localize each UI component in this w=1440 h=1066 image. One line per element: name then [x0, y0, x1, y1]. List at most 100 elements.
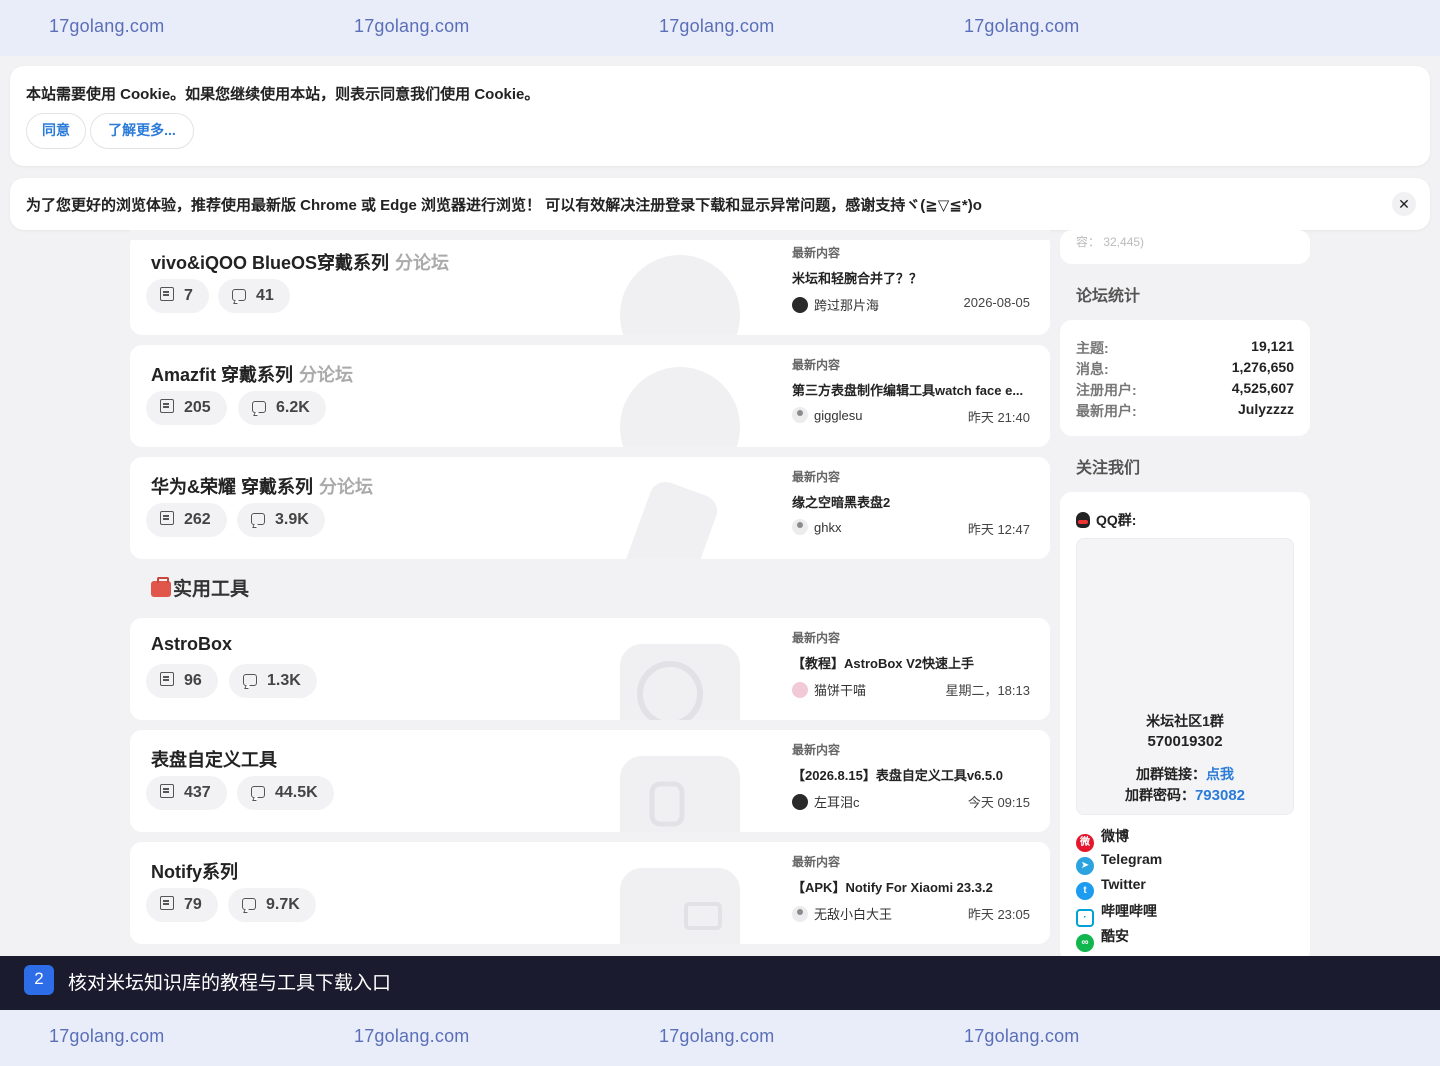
tool-card[interactable]: Notify系列 79 9.7K 最新内容 【APK】Notify For Xi… [130, 842, 1050, 944]
social-bilibili[interactable]: · 哔哩哔哩 [1076, 901, 1157, 927]
message-icon [242, 898, 256, 910]
stats-card: 主题: 19,121 消息: 1,276,650 注册用户: 4,525,607 最新… [1060, 320, 1310, 436]
bilibili-icon: · [1076, 909, 1094, 927]
message-icon [252, 401, 266, 413]
thread-count: 437 [146, 776, 227, 810]
forum-card[interactable]: Amazfit 穿戴系列 分论坛 205 6.2K 最新内容 第三方表盘制作编辑工… [130, 345, 1050, 447]
watermark-text: 17golang.com [964, 1026, 1080, 1046]
latest-time: 昨天 23:05 [967, 907, 1030, 922]
document-icon [160, 399, 174, 413]
forum-title[interactable]: Amazfit 穿戴系列 分论坛 [151, 361, 353, 387]
watermark-text: 17golang.com [659, 1026, 775, 1046]
follow-heading: 关注我们 [1076, 460, 1141, 477]
avatar [792, 794, 808, 810]
latest-time: 2026-08-05 [963, 295, 1031, 310]
cookie-banner: 本站需要使用 Cookie。如果您继续使用本站，则表示同意我们使用 Cookie… [10, 66, 1430, 166]
tool-title[interactable]: AstroBox [151, 634, 232, 655]
message-icon [251, 786, 265, 798]
latest-time: 星期二，18:13 [945, 683, 1030, 698]
twitter-icon: t [1076, 882, 1094, 900]
qq-label: QQ群: [1076, 510, 1136, 530]
tool-title[interactable]: Notify系列 [151, 858, 238, 884]
latest-user[interactable]: 猫饼干喵 [792, 680, 866, 699]
watermark-text: 17golang.com [354, 16, 470, 36]
band-icon [622, 481, 718, 559]
forum-card[interactable]: vivo&iQOO BlueOS穿戴系列 分论坛 7 41 最新内容 米坛和轻腕合… [130, 233, 1050, 335]
latest-content: 最新内容 【教程】AstroBox V2快速上手 猫饼干喵 星期二，18:13 [770, 618, 1050, 720]
latest-content: 最新内容 【APK】Notify For Xiaomi 23.3.2 无敌小白大… [770, 842, 1050, 944]
instruction-bar: 2 核对米坛知识库的教程与工具下载入口 [0, 956, 1440, 1010]
latest-label: 最新内容 [792, 470, 841, 484]
latest-label: 最新内容 [792, 631, 841, 645]
forum-title[interactable]: vivo&iQOO BlueOS穿戴系列 分论坛 [151, 249, 449, 275]
watermark-bar-bottom: 17golang.com 17golang.com 17golang.com 1… [0, 1010, 1440, 1066]
avatar [792, 682, 808, 698]
tool-title[interactable]: 表盘自定义工具 [151, 746, 277, 772]
watch-icon [620, 255, 740, 335]
thread-count: 96 [146, 664, 218, 698]
qq-group-box: 米坛社区1群 570019302 加群链接：点我 加群密码：793082 [1076, 538, 1294, 815]
post-count: 1.3K [229, 664, 317, 698]
qq-group-number: 570019302 [1147, 733, 1223, 750]
latest-label: 最新内容 [792, 743, 841, 757]
latest-user[interactable]: ghkx [792, 519, 841, 535]
post-count: 44.5K [237, 776, 334, 810]
latest-thread-link[interactable]: 缘之空暗黑表盘2 [792, 492, 1032, 511]
latest-user[interactable]: 左耳泪c [792, 792, 860, 811]
forum-card[interactable]: 华为&荣耀 穿戴系列 分论坛 262 3.9K 最新内容 缘之空暗黑表盘2 ghk… [130, 457, 1050, 559]
message-icon [243, 674, 257, 686]
qq-group-name: 米坛社区1群 [1146, 713, 1224, 729]
latest-thread-link[interactable]: 【2026.8.15】表盘自定义工具v6.5.0 [792, 765, 1032, 784]
forum-title[interactable]: 华为&荣耀 穿戴系列 分论坛 [151, 473, 373, 499]
latest-label: 最新内容 [792, 855, 841, 869]
latest-content: 最新内容 【2026.8.15】表盘自定义工具v6.5.0 左耳泪c 今天 09… [770, 730, 1050, 832]
document-icon [160, 511, 174, 525]
qq-join-link-row: 加群链接：点我 [1136, 766, 1234, 782]
latest-thread-link[interactable]: 第三方表盘制作编辑工具watch face e... [792, 380, 1032, 399]
watermark-text: 17golang.com [659, 16, 775, 36]
qq-password: 793082 [1194, 787, 1246, 804]
watermark-bar-top: 17golang.com 17golang.com 17golang.com 1… [0, 0, 1440, 56]
social-twitter[interactable]: t Twitter [1076, 876, 1146, 900]
qq-join-link[interactable]: 点我 [1206, 766, 1234, 782]
document-icon [160, 287, 174, 301]
thread-count: 262 [146, 503, 227, 537]
tool-card[interactable]: 表盘自定义工具 437 44.5K 最新内容 【2026.8.15】表盘自定义工… [130, 730, 1050, 832]
watermark-text: 17golang.com [49, 1026, 165, 1046]
post-count: 6.2K [238, 391, 326, 425]
thread-count: 7 [146, 279, 209, 313]
scroll-fade [130, 230, 1050, 240]
avatar [792, 297, 808, 313]
latest-user[interactable]: 跨过那片海 [792, 295, 879, 314]
coolapk-icon: ∞ [1076, 934, 1094, 952]
latest-user[interactable]: 无敌小白大王 [792, 904, 892, 923]
latest-thread-link[interactable]: 【教程】AstroBox V2快速上手 [792, 653, 1032, 672]
thread-count: 79 [146, 888, 218, 922]
watch-icon [620, 367, 740, 447]
watermark-text: 17golang.com [49, 16, 165, 36]
post-count: 9.7K [228, 888, 316, 922]
social-coolapk[interactable]: ∞ 酷安 [1076, 926, 1129, 952]
cookie-more-button[interactable]: 了解更多... [90, 113, 194, 149]
avatar [792, 906, 808, 922]
browser-notice: 为了您更好的浏览体验，推荐使用最新版 Chrome 或 Edge 浏览器进行浏览… [10, 178, 1430, 230]
notify-app-icon [620, 868, 740, 944]
watermark-text: 17golang.com [354, 1026, 470, 1046]
post-count: 3.9K [237, 503, 325, 537]
app-icon [620, 644, 740, 720]
watchface-app-icon [620, 756, 740, 832]
message-icon [251, 513, 265, 525]
tool-card[interactable]: AstroBox 96 1.3K 最新内容 【教程】AstroBox V2快速上… [130, 618, 1050, 720]
latest-thread-link[interactable]: 米坛和轻腕合并了？？ [792, 268, 1032, 287]
social-weibo[interactable]: 微微博 [1076, 826, 1129, 852]
close-icon[interactable]: ✕ [1392, 192, 1416, 216]
newest-user-link[interactable]: Julyzzzz [1238, 401, 1294, 417]
latest-user[interactable]: gigglesu [792, 407, 862, 423]
thread-count: 205 [146, 391, 227, 425]
post-count: 41 [218, 279, 290, 313]
cookie-agree-button[interactable]: 同意 [26, 113, 86, 149]
document-icon [160, 672, 174, 686]
document-icon [160, 784, 174, 798]
latest-thread-link[interactable]: 【APK】Notify For Xiaomi 23.3.2 [792, 877, 1032, 896]
social-telegram[interactable]: ➤ Telegram [1076, 851, 1162, 875]
